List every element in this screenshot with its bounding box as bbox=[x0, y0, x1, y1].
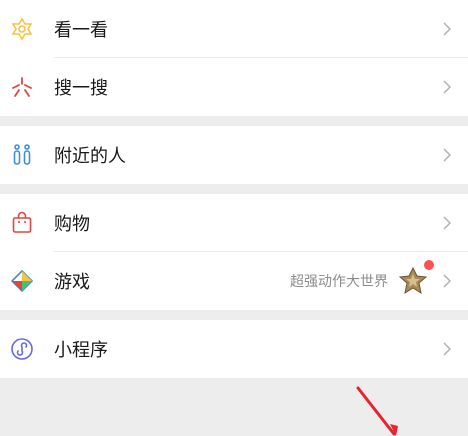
row-look-label: 看一看 bbox=[54, 20, 108, 41]
row-shopping-label: 购物 bbox=[54, 214, 90, 235]
row-mini-programs[interactable]: 小程序 bbox=[0, 320, 468, 378]
row-nearby[interactable]: 附近的人 bbox=[0, 126, 468, 184]
notification-badge bbox=[424, 260, 434, 270]
row-shopping[interactable]: 购物 bbox=[0, 194, 468, 252]
chevron-right-icon bbox=[443, 148, 452, 162]
discover-group-3: 购物 游戏 超强动作大世界 bbox=[0, 194, 468, 310]
games-promo-text: 超强动作大世界 bbox=[290, 274, 388, 290]
discover-group-1: 看一看 搜一搜 bbox=[0, 0, 468, 116]
game-thumbnail-icon bbox=[398, 266, 428, 295]
annotation-arrow-icon bbox=[356, 386, 398, 436]
section-gap bbox=[0, 116, 468, 126]
row-search-label: 搜一搜 bbox=[54, 78, 108, 99]
chevron-right-icon bbox=[443, 80, 452, 94]
discover-group-2: 附近的人 bbox=[0, 126, 468, 184]
mini-program-icon bbox=[10, 337, 34, 361]
row-look[interactable]: 看一看 bbox=[0, 0, 468, 58]
row-nearby-label: 附近的人 bbox=[54, 146, 126, 167]
search-icon bbox=[10, 75, 34, 99]
row-mini-programs-label: 小程序 bbox=[54, 340, 108, 361]
chevron-right-icon bbox=[443, 342, 452, 356]
chevron-right-icon bbox=[443, 216, 452, 230]
section-gap bbox=[0, 310, 468, 320]
row-games[interactable]: 游戏 超强动作大世界 bbox=[0, 252, 468, 310]
row-games-label: 游戏 bbox=[54, 272, 90, 293]
chevron-right-icon bbox=[443, 22, 452, 36]
look-icon bbox=[10, 17, 34, 41]
shopping-bag-icon bbox=[10, 211, 34, 235]
discover-group-4: 小程序 bbox=[0, 320, 468, 378]
row-search[interactable]: 搜一搜 bbox=[0, 58, 468, 116]
chevron-right-icon bbox=[443, 274, 452, 288]
section-gap bbox=[0, 184, 468, 194]
games-icon bbox=[10, 269, 34, 293]
nearby-people-icon bbox=[10, 143, 34, 167]
